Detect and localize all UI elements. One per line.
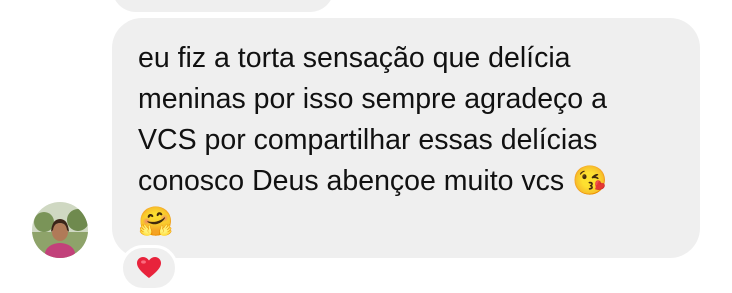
previous-message-bubble[interactable]	[112, 0, 334, 12]
avatar[interactable]	[32, 202, 88, 258]
heart-icon	[137, 257, 161, 278]
message-text: eu fiz a torta sensação que delícia meni…	[138, 42, 608, 238]
avatar-photo	[32, 202, 88, 258]
reaction-badge[interactable]	[120, 245, 178, 291]
